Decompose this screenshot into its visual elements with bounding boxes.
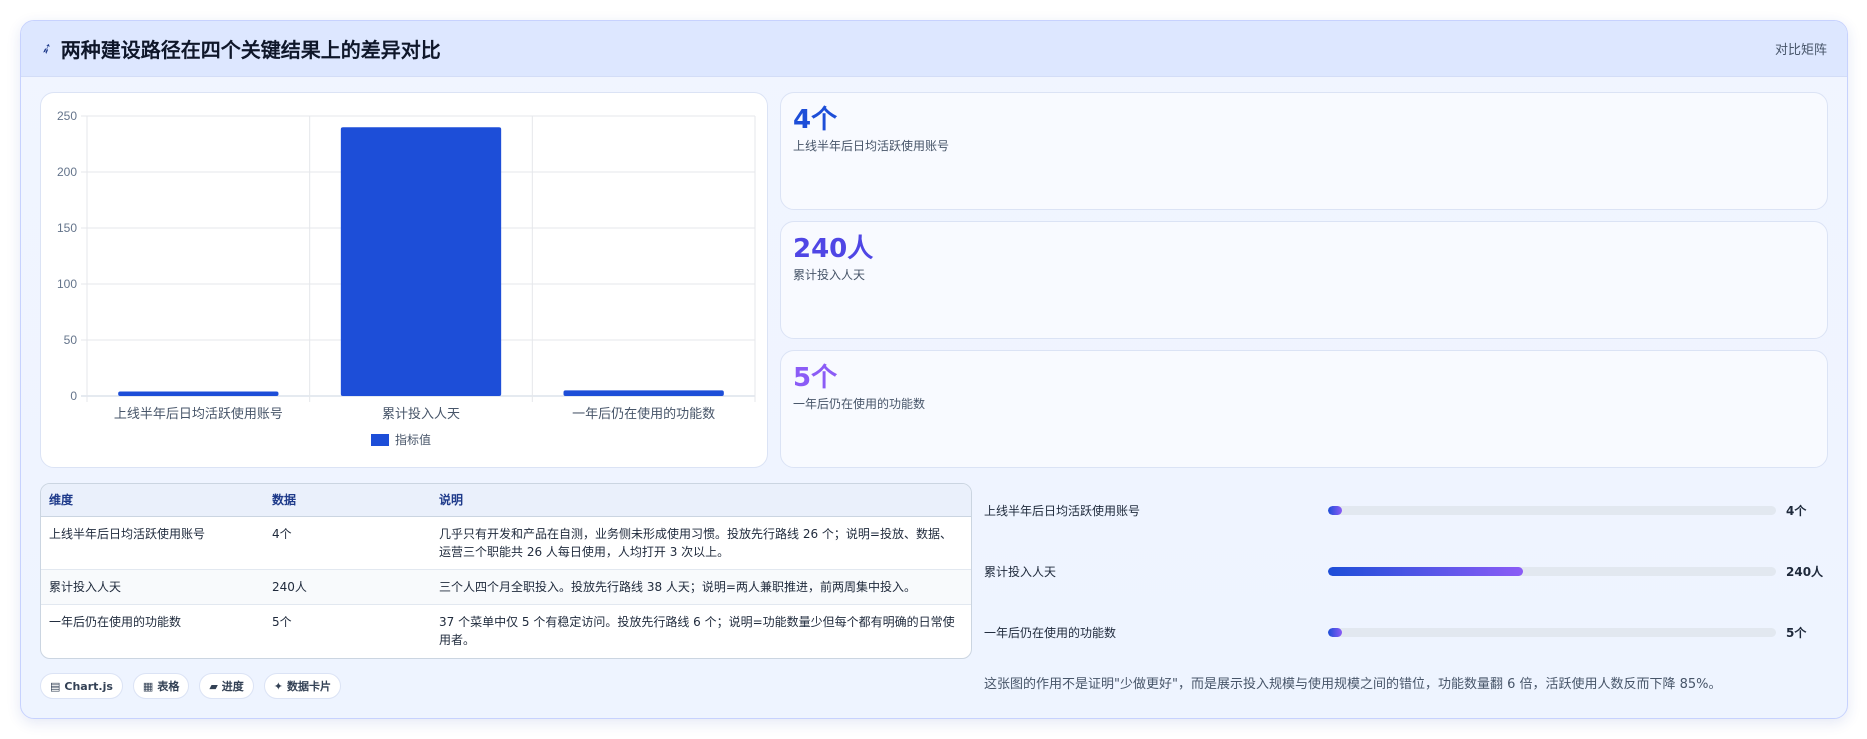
y-tick-label: 50: [64, 333, 78, 347]
sparkle-icon: ✦: [273, 679, 284, 693]
chip-label: Chart.js: [64, 679, 113, 693]
table-cell-data: 5个: [272, 614, 292, 629]
table-cell-description: 37 个菜单中仅 5 个有稳定访问。投放先行路线 6 个；说明=功能数量少但每个…: [439, 614, 955, 647]
stat-label: 一年后仍在使用的功能数: [793, 397, 926, 411]
footnote: 这张图的作用不是证明"少做更好"，而是展示投入规模与使用规模之间的错位，功能数量…: [984, 677, 1722, 692]
table-cell-description: 几乎只有开发和产品在自测，业务侧未形成使用习惯。投放先行路线 26 个；说明=投…: [431, 516, 971, 570]
table-cell-dimension: 上线半年后日均活跃使用账号: [41, 516, 264, 570]
chip-progress[interactable]: ▰ 进度: [199, 673, 254, 699]
panel-header: ➶ 两种建设路径在四个关键结果上的差异对比 对比矩阵: [21, 21, 1847, 77]
table-cell-data: 4个: [264, 516, 431, 570]
progress-row-person-days: 累计投入人天 240人: [984, 561, 1828, 581]
progress-track: [1328, 627, 1776, 637]
bar-chart-card: 0 50 100 150 200 250 上线半年后日均活跃使用账号 累计投入人天 一年后仍在使…: [40, 92, 768, 468]
tech-chips: ▤ Chart.js ▦ 表格 ▰ 进度 ✦ 数据卡片: [40, 673, 342, 699]
leaf-icon: ➶: [38, 38, 56, 59]
progress-label: 一年后仍在使用的功能数: [984, 625, 1117, 640]
stat-card-features-in-use: 5个 一年后仍在使用的功能数: [780, 350, 1828, 468]
panel-tag: 对比矩阵: [1774, 43, 1827, 58]
progress-track: [1328, 505, 1776, 515]
legend-label: 指标值: [395, 432, 431, 447]
table-icon: ▦: [142, 679, 154, 693]
table-header-row: 维度 数据 说明: [41, 484, 971, 517]
chip-table[interactable]: ▦ 表格: [132, 673, 190, 699]
x-tick-label: 一年后仍在使用的功能数: [572, 406, 715, 421]
legend-swatch: [371, 434, 389, 446]
table-cell-description: 三个人四个月全职投入。投放先行路线 38 人天；说明=两人兼职推进，前两周集中投…: [431, 569, 971, 605]
table-cell-dimension: 一年后仍在使用的功能数: [49, 614, 182, 629]
table-cell-dimension: 累计投入人天: [41, 569, 264, 605]
progress-label: 上线半年后日均活跃使用账号: [984, 503, 1141, 518]
stat-card-active-accounts: 4个 上线半年后日均活跃使用账号: [780, 92, 1828, 210]
progress-value: 5个: [1786, 625, 1807, 640]
x-tick-label: 上线半年后日均活跃使用账号: [114, 406, 283, 421]
column-header: 说明: [431, 484, 971, 517]
chip-label: 数据卡片: [287, 680, 332, 693]
chip-label: 表格: [157, 680, 180, 693]
progress-row-features-in-use: 一年后仍在使用的功能数 5个: [984, 622, 1828, 642]
progress-value: 4个: [1786, 503, 1807, 518]
table-row: 一年后仍在使用的功能数 5个 37 个菜单中仅 5 个有稳定访问。投放先行路线 …: [41, 604, 971, 657]
bar: [340, 127, 502, 396]
column-header: 维度: [41, 484, 264, 517]
y-tick-label: 0: [70, 389, 77, 403]
column-header: 数据: [264, 484, 431, 517]
bar-chart: 0 50 100 150 200 250 上线半年后日均活跃使用账号 累计投入人天 一年后仍在使…: [57, 109, 756, 447]
progress-value: 240人: [1786, 564, 1824, 579]
y-tick-label: 100: [57, 277, 77, 291]
chart-icon: ▤: [50, 679, 61, 693]
x-tick-label: 累计投入人天: [382, 406, 460, 421]
stat-label: 累计投入人天: [793, 268, 866, 282]
bar: [563, 390, 724, 396]
chip-label: 进度: [221, 680, 244, 693]
table-row: 上线半年后日均活跃使用账号 4个 几乎只有开发和产品在自测，业务侧未形成使用习惯…: [41, 516, 971, 570]
progress-label: 累计投入人天: [984, 564, 1057, 579]
chip-data-cards[interactable]: ✦ 数据卡片: [263, 673, 342, 699]
table-cell-data: 240人: [264, 569, 431, 605]
stat-value: 5个: [793, 363, 838, 393]
stat-card-person-days: 240人 累计投入人天: [780, 221, 1828, 339]
panel-title: 两种建设路径在四个关键结果上的差异对比: [60, 38, 441, 62]
progress-icon: ▰: [209, 679, 218, 693]
bar: [118, 391, 279, 396]
progress-track: [1328, 566, 1776, 576]
stat-value: 240人: [793, 234, 874, 264]
y-tick-label: 200: [57, 165, 77, 179]
y-tick-label: 150: [57, 221, 77, 235]
table-row: 累计投入人天 240人 三个人四个月全职投入。投放先行路线 38 人天；说明=两…: [41, 569, 971, 605]
y-tick-label: 250: [57, 109, 77, 123]
progress-fill: [1328, 627, 1343, 637]
progress-row-active-accounts: 上线半年后日均活跃使用账号 4个: [984, 500, 1828, 520]
stat-value: 4个: [793, 105, 838, 135]
chip-chartjs[interactable]: ▤ Chart.js: [40, 673, 123, 699]
progress-fill: [1328, 566, 1523, 576]
progress-fill: [1328, 505, 1343, 515]
comparison-table: 维度 数据 说明 上线半年后日均活跃使用账号 4个 几乎只有开发和产品在自测，业…: [40, 483, 972, 659]
stat-label: 上线半年后日均活跃使用账号: [793, 139, 950, 153]
